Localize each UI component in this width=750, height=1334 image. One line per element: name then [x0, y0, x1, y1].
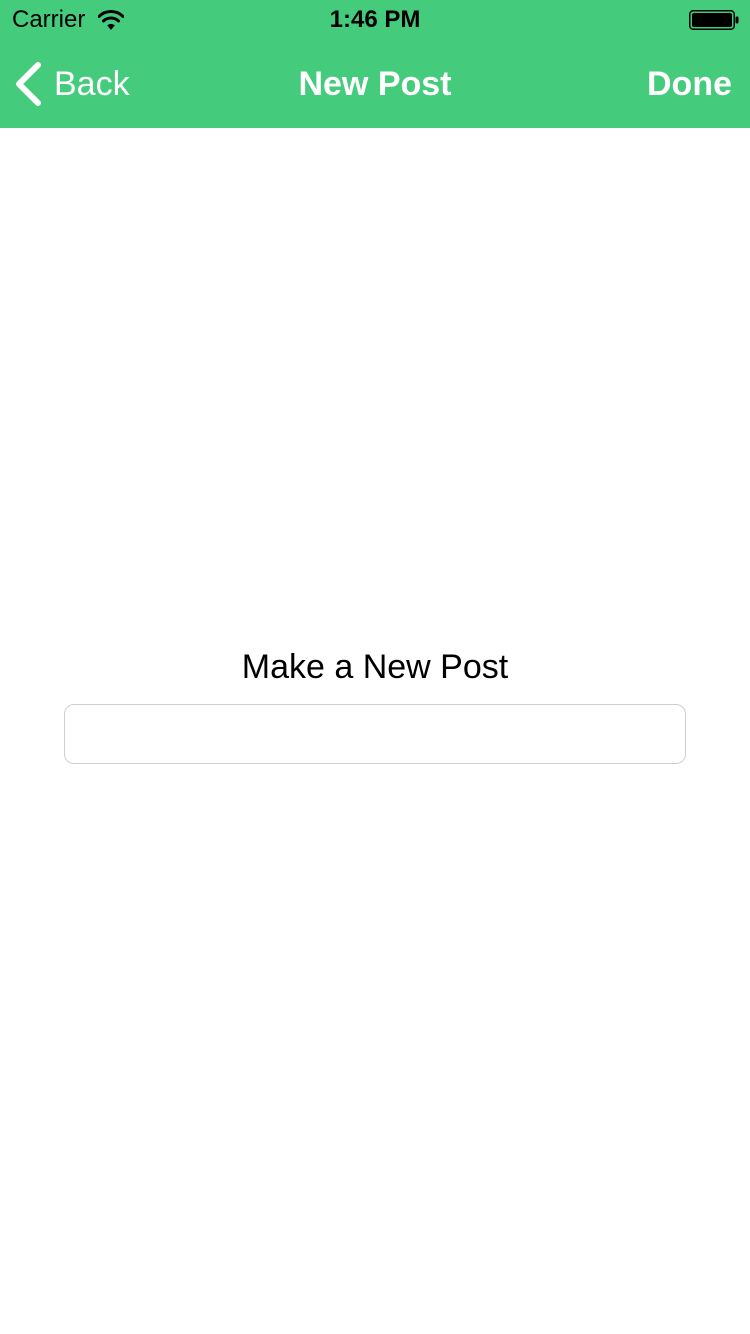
battery-icon	[689, 10, 739, 30]
status-time: 1:46 PM	[329, 6, 421, 33]
page-title: New Post	[298, 65, 452, 103]
new-post-heading: Make a New Post	[241, 648, 509, 686]
navigation-bar: Back New Post Done	[0, 40, 750, 128]
post-text-field[interactable]	[64, 704, 686, 764]
status-bar: Carrier 1:46 PM	[0, 0, 750, 40]
top-bar: Carrier 1:46 PM Back New Post Done	[0, 0, 750, 128]
app-screen: Carrier 1:46 PM Back New Post Done Make …	[0, 0, 750, 1334]
done-button[interactable]: Done	[647, 60, 732, 108]
